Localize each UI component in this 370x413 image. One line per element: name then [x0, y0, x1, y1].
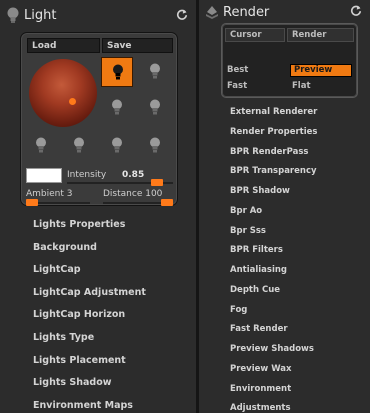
render-menu-item[interactable]: Environment	[230, 384, 291, 394]
intensity-slider[interactable]	[67, 179, 173, 186]
light-menu-item[interactable]: Lights Shadow	[33, 377, 112, 388]
light-menu-item[interactable]: Background	[33, 242, 97, 253]
render-menu-item[interactable]: Preview Shadows	[230, 344, 314, 354]
render-subpalette: Cursor Render Best Preview Fast Flat	[221, 23, 358, 98]
render-panel-title: Render	[223, 5, 270, 20]
distance-slider-thumb[interactable]	[161, 199, 173, 206]
light-menu-item[interactable]: LightCap Adjustment	[33, 287, 146, 298]
light-subpalette: Load Save Intensity 0.85 Ambient 3 Dista…	[20, 32, 178, 206]
render-panel: Render Cursor Render Best Preview Fast F…	[199, 0, 370, 413]
light-menu-item[interactable]: Lights Type	[33, 332, 94, 343]
light-slot-3[interactable]	[101, 93, 133, 123]
render-menu-item[interactable]: Bpr Sss	[230, 226, 266, 236]
render-button[interactable]: Render	[287, 28, 354, 42]
light-menu-item[interactable]: Lights Properties	[33, 219, 125, 230]
render-menu-item[interactable]: BPR Transparency	[230, 166, 317, 176]
ambient-slider-thumb[interactable]	[26, 199, 38, 206]
save-button[interactable]: Save	[102, 38, 173, 53]
lightbulb-icon	[74, 137, 84, 153]
light-slot-7[interactable]	[101, 131, 133, 161]
render-menu-item[interactable]: Render Properties	[230, 127, 317, 137]
light-menu-item[interactable]: LightCap	[33, 264, 81, 275]
render-menu-item[interactable]: Depth Cue	[230, 285, 280, 295]
ambient-slider[interactable]	[26, 199, 90, 206]
light-menu-item[interactable]: Lights Placement	[33, 355, 126, 366]
lightbulb-icon	[112, 137, 122, 153]
lightbulb-icon	[150, 99, 160, 115]
render-menu-item[interactable]: BPR Shadow	[230, 186, 290, 196]
render-menu-item[interactable]: BPR Filters	[230, 245, 283, 255]
best-option[interactable]: Best	[227, 65, 248, 75]
ambient-label: Ambient 3	[26, 189, 73, 199]
light-panel-header[interactable]: Light	[0, 0, 196, 30]
render-icon	[206, 6, 218, 19]
render-menu-item[interactable]: BPR RenderPass	[230, 147, 308, 157]
light-menu-item[interactable]: LightCap Horizon	[33, 309, 125, 320]
fast-option[interactable]: Fast	[227, 81, 247, 91]
render-menu-item[interactable]: Adjustments	[230, 403, 291, 413]
light-slot-8[interactable]	[139, 131, 171, 161]
lightbulb-icon	[7, 7, 19, 23]
light-slot-6[interactable]	[63, 131, 95, 161]
lightbulb-icon	[150, 137, 160, 153]
flat-option[interactable]: Flat	[292, 81, 311, 91]
lightbulb-icon	[113, 64, 123, 80]
light-panel-title: Light	[24, 8, 57, 23]
render-menu-item[interactable]: Fog	[230, 305, 247, 315]
cursor-button[interactable]: Cursor	[225, 28, 285, 42]
reset-icon[interactable]	[176, 9, 188, 21]
light-direction-sphere[interactable]	[29, 59, 97, 127]
light-color-swatch[interactable]	[26, 168, 62, 183]
intensity-label: Intensity	[67, 170, 107, 180]
load-button[interactable]: Load	[27, 38, 100, 53]
render-menu-item[interactable]: Fast Render	[230, 324, 288, 334]
distance-label: Distance 100	[103, 189, 163, 199]
light-menu-item[interactable]: Environment Maps	[33, 400, 133, 411]
render-menu-item[interactable]: Antialiasing	[230, 265, 287, 275]
light-position-handle[interactable]	[69, 98, 76, 105]
lightbulb-icon	[150, 63, 160, 79]
preview-option[interactable]: Preview	[290, 64, 352, 77]
light-slot-4[interactable]	[139, 93, 171, 123]
light-slot-1[interactable]	[101, 57, 133, 87]
intensity-value: 0.85	[122, 170, 145, 180]
distance-slider[interactable]	[103, 199, 173, 206]
light-slot-5[interactable]	[25, 131, 57, 161]
render-menu-item[interactable]: External Renderer	[230, 107, 317, 117]
render-menu-item[interactable]: Bpr Ao	[230, 206, 262, 216]
light-panel: Light Load Save Intensity 0.85 Ambient 3…	[0, 0, 196, 413]
lightbulb-icon	[112, 99, 122, 115]
intensity-slider-thumb[interactable]	[151, 179, 164, 186]
lightbulb-icon	[36, 137, 46, 153]
reset-icon[interactable]	[350, 5, 362, 17]
light-slot-2[interactable]	[139, 57, 171, 87]
render-menu-item[interactable]: Preview Wax	[230, 364, 292, 374]
